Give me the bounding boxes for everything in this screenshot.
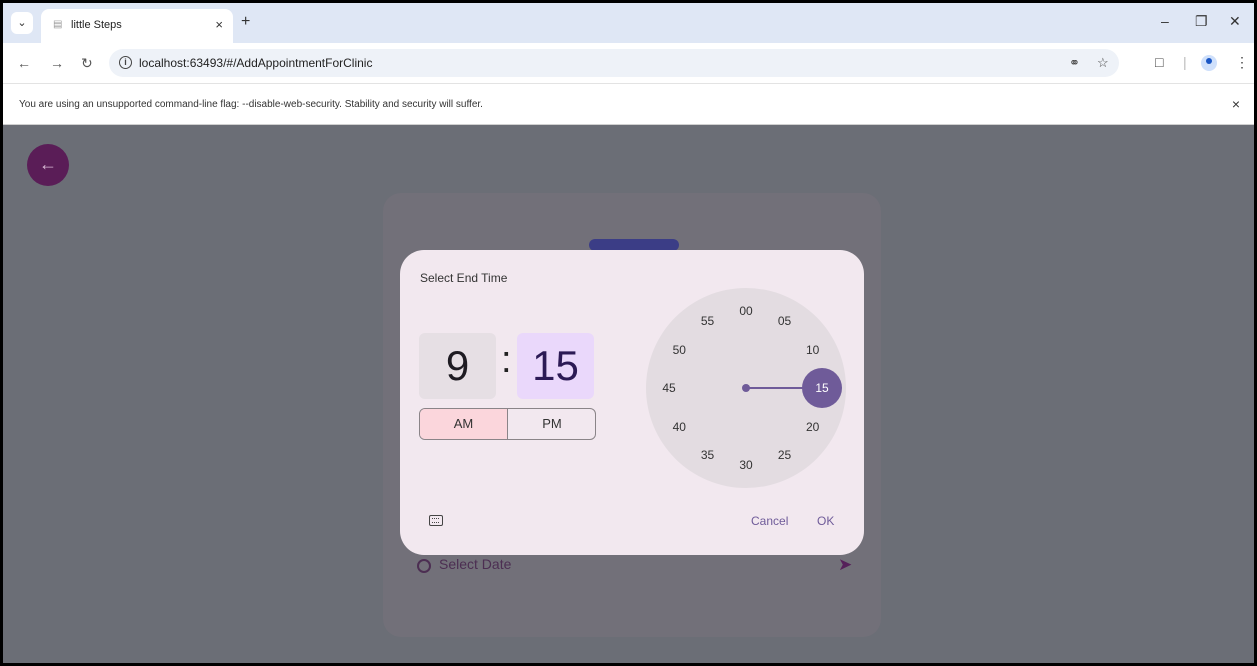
dial-label-30[interactable]: 30 — [734, 457, 758, 473]
dial-label-50[interactable]: 50 — [667, 342, 691, 358]
dial-label-55[interactable]: 55 — [696, 313, 720, 329]
dial-label-25[interactable]: 25 — [773, 447, 797, 463]
pm-button[interactable]: PM — [508, 409, 595, 439]
site-info-icon[interactable]: i — [119, 56, 132, 69]
back-arrow-icon[interactable]: ← — [17, 55, 31, 71]
infobar-message: You are using an unsupported command-lin… — [19, 99, 483, 110]
select-date-label[interactable]: Select Date — [439, 556, 511, 572]
dial-label-00[interactable]: 00 — [734, 303, 758, 319]
warning-infobar: You are using an unsupported command-lin… — [3, 83, 1254, 125]
selected-minute-marker[interactable]: 15 — [802, 368, 842, 408]
dial-label-05[interactable]: 05 — [773, 313, 797, 329]
am-button[interactable]: AM — [420, 409, 508, 439]
menu-dots-icon[interactable]: ⋮ — [1235, 54, 1249, 71]
clock-dial[interactable]: 55 50 45 40 35 30 25 20 10 05 00 15 — [646, 288, 846, 488]
dial-label-35[interactable]: 35 — [696, 447, 720, 463]
time-picker-dialog: Select End Time 9 : 15 AM PM 55 50 45 40 35 3… — [400, 250, 864, 555]
tab-close-icon[interactable]: × — [215, 17, 223, 32]
dial-label-40[interactable]: 40 — [667, 419, 691, 435]
send-icon[interactable]: ➤ — [838, 555, 852, 575]
dial-label-45[interactable]: 45 — [657, 380, 681, 396]
bookmark-star-icon[interactable]: ☆ — [1097, 55, 1109, 71]
back-button[interactable]: ← — [27, 144, 69, 186]
infobar-close-icon[interactable]: × — [1232, 96, 1240, 112]
url-text[interactable]: localhost:63493/#/AddAppointmentForClini… — [139, 56, 372, 70]
toolbar-divider: | — [1183, 54, 1187, 70]
dialog-title: Select End Time — [420, 271, 508, 285]
password-key-icon[interactable]: ⚭ — [1069, 55, 1080, 71]
address-bar[interactable]: i localhost:63493/#/AddAppointmentForCli… — [109, 49, 1119, 77]
dial-label-20[interactable]: 20 — [801, 419, 825, 435]
cancel-button[interactable]: Cancel — [751, 514, 788, 528]
tab-list-chevron-icon[interactable]: ⌄ — [11, 12, 33, 34]
tab-little-steps[interactable]: ▤ little Steps × — [41, 9, 233, 43]
tab-bar: ⌄ ▤ little Steps × + – ❐ ✕ — [3, 3, 1254, 43]
app-page: ← Select Date ➤ Select End Time 9 : 15 A… — [3, 125, 1254, 663]
window-close-icon[interactable]: ✕ — [1229, 13, 1241, 30]
dial-label-10[interactable]: 10 — [801, 342, 825, 358]
minute-field[interactable]: 15 — [517, 333, 594, 399]
keyboard-icon[interactable] — [429, 515, 443, 526]
minimize-icon[interactable]: – — [1161, 13, 1169, 29]
am-pm-toggle: AM PM — [419, 408, 596, 440]
clock-icon — [417, 559, 431, 573]
navigation-bar: ← → ↻ i localhost:63493/#/AddAppointment… — [3, 43, 1254, 83]
extensions-icon[interactable]: □ — [1155, 54, 1163, 70]
new-tab-icon[interactable]: + — [241, 13, 250, 31]
hour-field[interactable]: 9 — [419, 333, 496, 399]
restore-icon[interactable]: ❐ — [1195, 13, 1208, 30]
page-icon: ▤ — [53, 19, 63, 30]
browser-window: ⌄ ▤ little Steps × + – ❐ ✕ ← → ↻ i local… — [0, 0, 1257, 666]
dial-center — [742, 384, 750, 392]
reload-icon[interactable]: ↻ — [81, 55, 93, 72]
ok-button[interactable]: OK — [817, 514, 834, 528]
tab-title: little Steps — [71, 19, 122, 31]
profile-avatar-icon[interactable] — [1201, 55, 1217, 71]
back-arrow-icon: ← — [39, 154, 57, 174]
forward-arrow-icon[interactable]: → — [50, 55, 64, 71]
time-separator: : — [501, 339, 512, 381]
